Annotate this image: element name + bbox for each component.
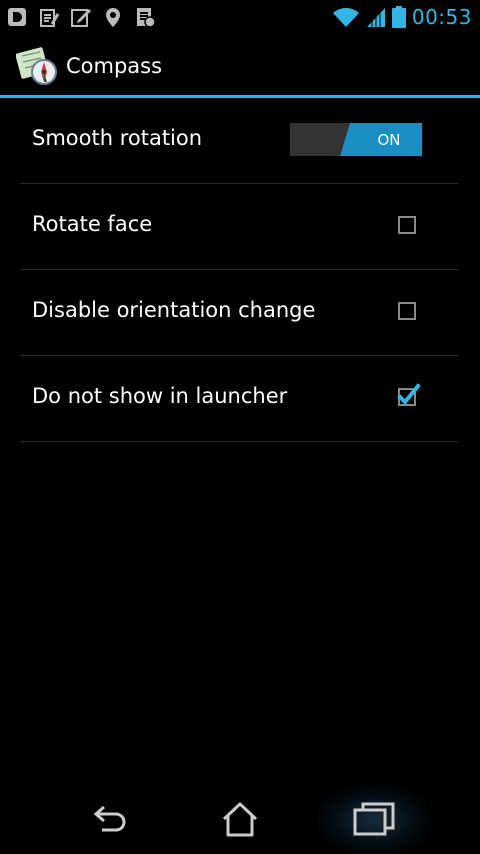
setting-label: Do not show in launcher — [32, 384, 288, 408]
disable-orientation-checkbox[interactable] — [398, 302, 416, 320]
wifi-icon — [332, 7, 359, 28]
rotate-face-checkbox[interactable] — [398, 216, 416, 234]
settings-list: Smooth rotation ON Rotate face Disable o… — [20, 98, 458, 442]
action-bar: Compass — [0, 34, 480, 94]
page-title: Compass — [66, 54, 163, 78]
toggle-state-label: ON — [377, 131, 400, 149]
setting-disable-orientation-change[interactable]: Disable orientation change — [20, 270, 458, 356]
clipboard-icon — [40, 9, 60, 27]
recent-apps-icon[interactable] — [350, 796, 398, 844]
setting-smooth-rotation[interactable]: Smooth rotation ON — [20, 98, 458, 184]
back-icon[interactable] — [84, 796, 132, 844]
status-bar: 00:53 — [0, 0, 480, 34]
smooth-rotation-toggle[interactable]: ON — [290, 123, 422, 156]
setting-label: Smooth rotation — [32, 126, 203, 150]
sms-icon — [137, 8, 156, 28]
setting-label: Disable orientation change — [32, 298, 316, 322]
navigation-bar — [0, 786, 480, 854]
compass-app-icon[interactable] — [16, 46, 58, 86]
signal-icon — [366, 8, 385, 27]
data-icon — [8, 8, 26, 26]
edit-icon — [71, 9, 91, 27]
notification-icons — [6, 6, 156, 28]
battery-icon — [391, 6, 406, 28]
home-icon[interactable] — [216, 796, 264, 844]
setting-rotate-face[interactable]: Rotate face — [20, 184, 458, 270]
clock: 00:53 — [411, 5, 472, 29]
setting-label: Rotate face — [32, 212, 153, 236]
setting-do-not-show-in-launcher[interactable]: Do not show in launcher — [20, 356, 458, 442]
checkmark-icon — [397, 383, 421, 405]
location-icon — [106, 8, 120, 27]
system-indicators: 00:53 — [332, 5, 472, 29]
